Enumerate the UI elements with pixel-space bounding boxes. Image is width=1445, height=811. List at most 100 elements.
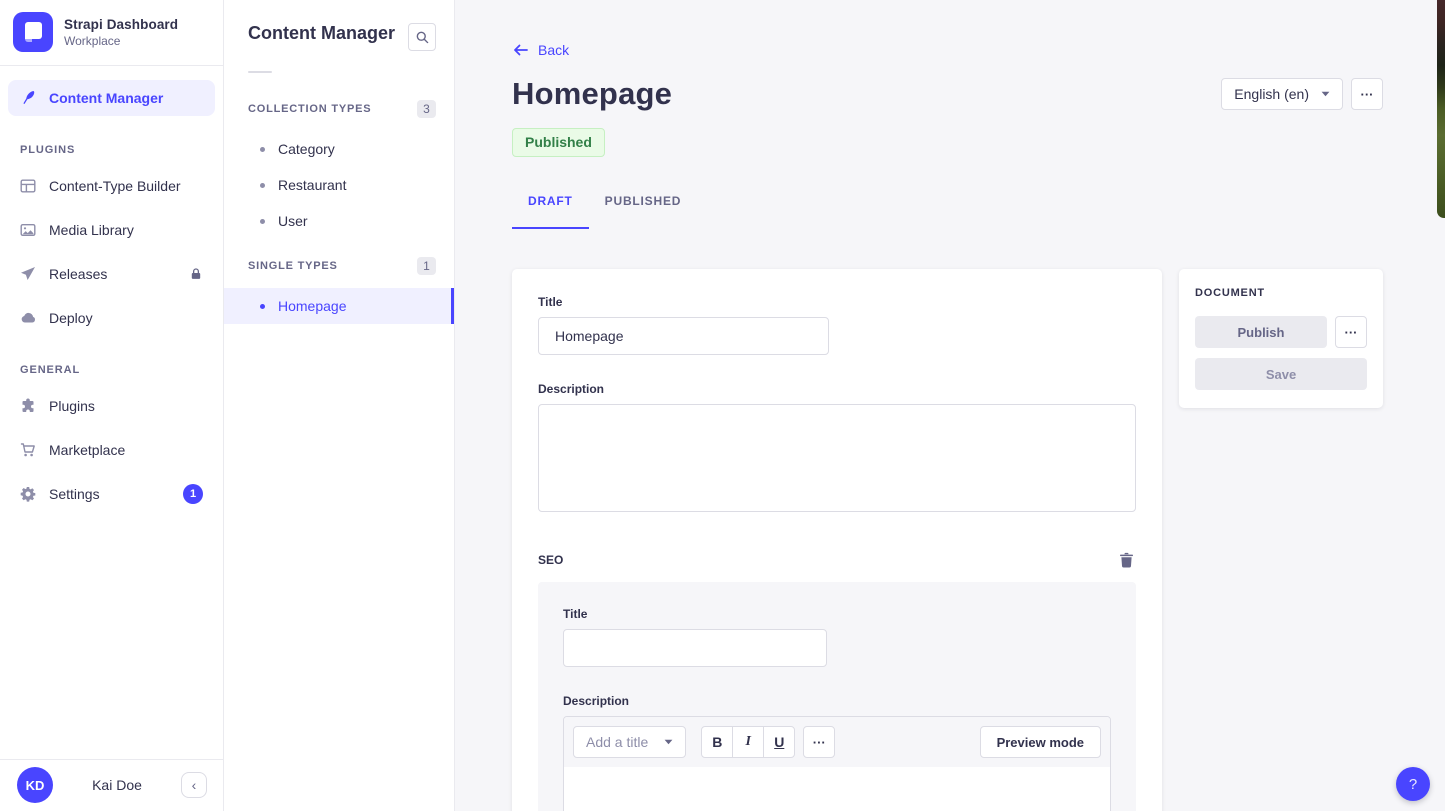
search-button[interactable] [408,23,436,51]
locale-select[interactable]: English (en) [1221,78,1343,110]
sidebar-item-label: Plugins [49,398,95,414]
user-name: Kai Doe [53,777,181,793]
title-field: Title [538,295,1136,355]
seo-title-field: Title [563,607,1111,667]
sidebar-item-media-library[interactable]: Media Library [8,212,215,248]
seo-title-label: Title [563,607,1111,621]
chevron-left-icon: ‹ [192,778,197,792]
collection-types-count-badge: 3 [417,100,436,118]
subnav-item-label: Restaurant [278,177,346,193]
locale-select-value: English (en) [1234,86,1309,102]
sidebar-item-label: Content Manager [49,90,163,106]
strapi-logo-icon [13,12,53,52]
seo-description-label: Description [563,694,1111,708]
collection-types-header: COLLECTION TYPES 3 [224,98,454,120]
puzzle-icon [20,398,36,414]
cart-icon [20,442,36,458]
feather-pen-icon [20,90,36,106]
general-section-label: GENERAL [8,344,215,388]
bold-button[interactable]: B [701,726,733,758]
editor-content-area[interactable] [564,767,1110,811]
publish-button[interactable]: Publish [1195,316,1327,348]
ellipsis-icon: ··· [1345,325,1358,340]
chevron-down-icon [1321,91,1330,97]
desktop-wallpaper-strip [1437,0,1445,218]
brand-name: Strapi Dashboard [64,17,178,32]
subnav-title: Content Manager [248,23,395,44]
sidebar-item-label: Releases [49,266,107,282]
sidebar-item-label: Settings [49,486,100,502]
search-icon [415,30,430,45]
italic-button[interactable]: I [732,726,764,758]
status-badge: Published [512,128,605,157]
page-title: Homepage [512,76,672,112]
single-types-label: SINGLE TYPES [248,260,338,272]
collection-types-list: Category Restaurant User [224,131,454,239]
sidebar-item-label: Media Library [49,222,134,238]
lock-icon [189,267,203,281]
heading-select-placeholder: Add a title [586,734,648,750]
settings-notification-badge: 1 [183,484,203,504]
document-panel-heading: DOCUMENT [1195,287,1367,299]
delete-component-button[interactable] [1117,550,1136,570]
subnav-item-label: Category [278,141,335,157]
save-button[interactable]: Save [1195,358,1367,390]
help-button[interactable]: ? [1396,767,1430,801]
description-field: Description [538,382,1136,517]
sidebar-item-deploy[interactable]: Deploy [8,300,215,336]
collapse-sidebar-button[interactable]: ‹ [181,772,207,798]
heading-select[interactable]: Add a title [573,726,686,758]
title-input[interactable] [538,317,829,355]
subnav-item-homepage[interactable]: Homepage [224,288,454,324]
sidebar-item-plugins[interactable]: Plugins [8,388,215,424]
divider [248,71,272,73]
title-field-label: Title [538,295,1136,309]
avatar[interactable]: KD [17,767,53,803]
back-label: Back [538,42,569,58]
edit-form-card: Title Description SEO [512,269,1162,811]
sidebar-item-marketplace[interactable]: Marketplace [8,432,215,468]
gear-icon [20,486,36,502]
subnav-item-restaurant[interactable]: Restaurant [224,167,454,203]
header-more-button[interactable]: ··· [1351,78,1383,110]
document-more-button[interactable]: ··· [1335,316,1367,348]
tab-published[interactable]: PUBLISHED [589,194,698,229]
seo-component-panel: Title Description Add a title [538,582,1136,811]
bullet-icon [260,183,265,188]
back-arrow-icon [512,42,529,58]
back-link[interactable]: Back [512,42,569,58]
preview-mode-button[interactable]: Preview mode [980,726,1101,758]
editor-toolbar: Add a title B I U ·· [564,717,1110,767]
rich-text-editor: Add a title B I U ·· [563,716,1111,811]
bullet-icon [260,147,265,152]
seo-title-input[interactable] [563,629,827,667]
ellipsis-icon: ··· [1361,87,1374,102]
cloud-icon [20,310,36,326]
content-manager-subnav: Content Manager COLLECTION TYPES 3 Categ… [224,0,455,811]
sidebar-item-content-manager[interactable]: Content Manager [8,80,215,116]
trash-icon [1119,552,1134,568]
subnav-item-user[interactable]: User [224,203,454,239]
bullet-icon [260,304,265,309]
sidebar-item-settings[interactable]: Settings 1 [8,476,215,512]
description-textarea[interactable] [538,404,1136,512]
plugins-section-label: PLUGINS [8,124,215,168]
document-panel: DOCUMENT Publish ··· Save [1179,269,1383,408]
description-field-label: Description [538,382,1136,396]
seo-heading: SEO [538,553,563,567]
bullet-icon [260,219,265,224]
workspace-name: Workplace [64,34,178,48]
sidebar-item-label: Marketplace [49,442,125,458]
sidebar-item-releases[interactable]: Releases [8,256,215,292]
subnav-item-category[interactable]: Category [224,131,454,167]
editor-more-button[interactable]: ··· [803,726,835,758]
underline-button[interactable]: U [763,726,795,758]
single-types-count-badge: 1 [417,257,436,275]
subnav-item-label: User [278,213,308,229]
seo-component: SEO Title Description [538,550,1136,811]
ellipsis-icon: ··· [813,735,826,750]
tab-draft[interactable]: DRAFT [512,194,589,229]
main-sidebar: Strapi Dashboard Workplace Content Manag… [0,0,224,811]
workspace-brand[interactable]: Strapi Dashboard Workplace [0,0,223,65]
sidebar-item-content-type-builder[interactable]: Content-Type Builder [8,168,215,204]
